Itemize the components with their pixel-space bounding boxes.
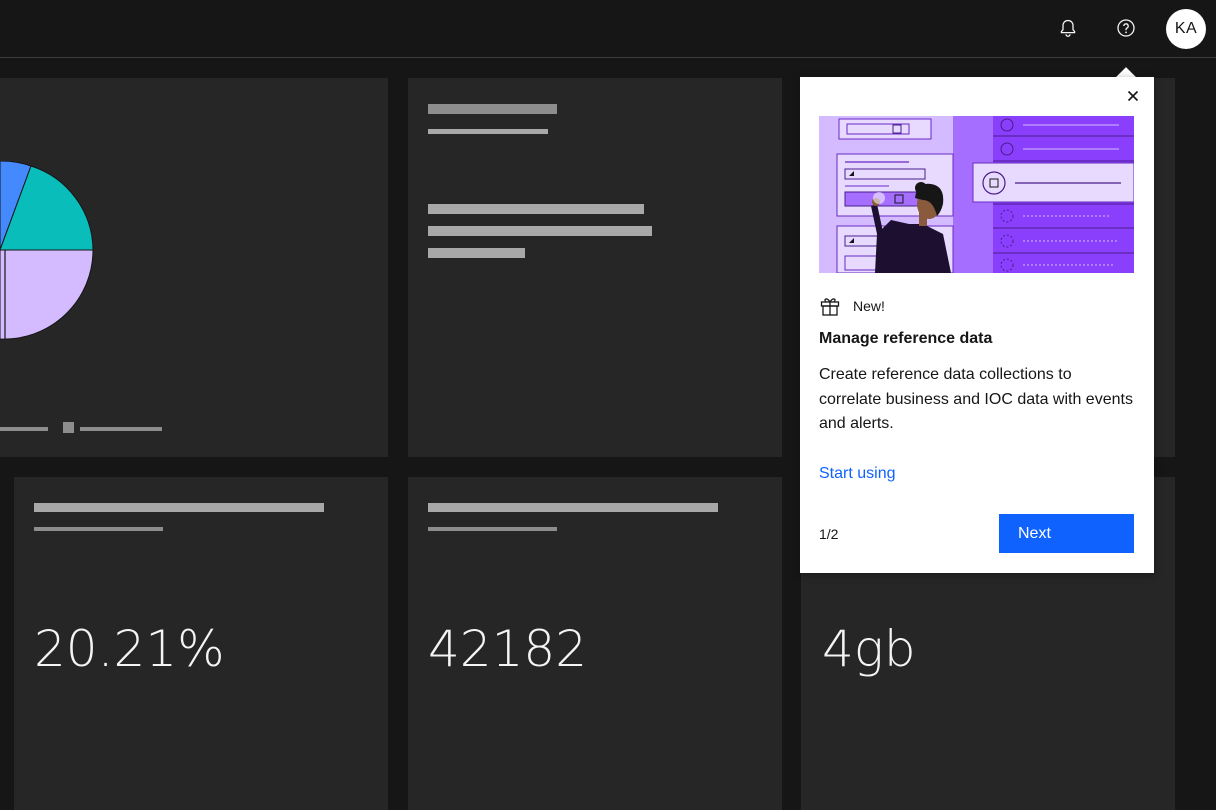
user-avatar[interactable]: KA [1166,9,1206,49]
help-button[interactable] [1108,10,1144,46]
feature-tour-popover: New! Manage reference data Create refere… [800,77,1154,573]
storage-value: 4gb [822,620,916,678]
count-value: 42182 [428,620,588,678]
popover-title: Manage reference data [819,330,993,347]
popover-description: Create reference data collections to cor… [819,366,1133,432]
reference-data-illustration [819,116,1134,273]
help-icon [1117,19,1135,37]
title-placeholder [428,104,557,114]
subtitle-placeholder [428,527,557,531]
subtitle-placeholder [428,129,548,134]
new-label: New! [853,298,885,314]
percent-tile: 20.21% [0,477,388,810]
pie-chart [0,161,94,340]
gift-icon [820,298,840,316]
pie-chart-tile [0,78,388,457]
next-button[interactable]: Next [999,514,1134,553]
text-tile [408,78,782,457]
notifications-button[interactable] [1050,10,1086,46]
legend-label-placeholder [0,427,48,431]
close-icon [1127,90,1139,102]
legend-label-placeholder [80,427,162,431]
text-line-placeholder [428,226,652,236]
bell-icon [1060,19,1076,37]
tile-gap [0,477,14,810]
top-header: KA [0,0,1216,58]
title-placeholder [428,503,718,512]
percent-value: 20.21% [34,620,225,678]
step-counter: 1/2 [819,526,839,542]
text-line-placeholder [428,248,525,258]
subtitle-placeholder [34,527,163,531]
count-tile: 42182 [408,477,782,810]
close-button[interactable] [1122,85,1144,107]
legend-swatch [63,422,74,433]
title-placeholder [34,503,324,512]
start-using-link[interactable]: Start using [819,465,895,483]
pie-slice-lavender [0,249,94,340]
text-line-placeholder [428,204,644,214]
new-badge: New! [819,295,885,317]
